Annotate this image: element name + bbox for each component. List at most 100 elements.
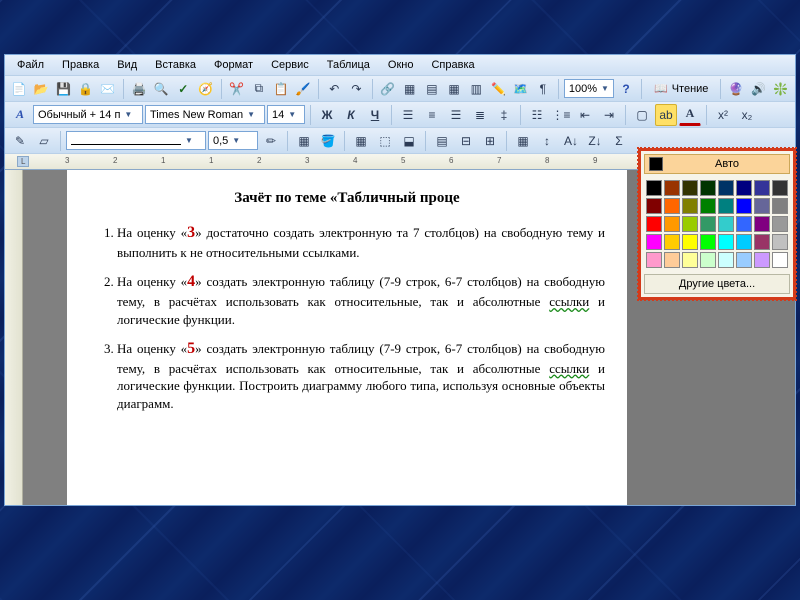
permission-button[interactable]: 🔒 xyxy=(76,78,96,100)
menu-window[interactable]: Окно xyxy=(380,57,422,73)
color-swatch[interactable] xyxy=(682,216,698,232)
columns-button[interactable]: ▥ xyxy=(466,78,486,100)
insert-table-button[interactable]: ▤ xyxy=(422,78,442,100)
menu-edit[interactable]: Правка xyxy=(54,57,107,73)
text-direction-button[interactable]: ↕ xyxy=(536,130,558,152)
print-button[interactable]: 🖨️ xyxy=(129,78,149,100)
insert-table-button2[interactable]: ▦ xyxy=(350,130,372,152)
shading-color-button[interactable]: 🪣 xyxy=(317,130,339,152)
print-preview-button[interactable]: 🔍 xyxy=(151,78,171,100)
undo-button[interactable]: ↶ xyxy=(324,78,344,100)
color-swatch[interactable] xyxy=(736,234,752,250)
help-button[interactable]: ? xyxy=(616,78,636,100)
font-color-button[interactable]: A xyxy=(679,104,701,126)
subscript-button[interactable]: x₂ xyxy=(736,104,758,126)
style-combo[interactable]: Обычный + 14 п ▼ xyxy=(33,105,143,124)
color-swatch[interactable] xyxy=(736,252,752,268)
bulleted-list-button[interactable]: ⋮≡ xyxy=(550,104,572,126)
color-swatch[interactable] xyxy=(646,252,662,268)
color-swatch[interactable] xyxy=(646,216,662,232)
show-marks-button[interactable]: ¶ xyxy=(533,78,553,100)
color-swatch[interactable] xyxy=(718,216,734,232)
research-pane-button[interactable]: 🔮 xyxy=(726,78,746,100)
color-swatch[interactable] xyxy=(772,234,788,250)
open-button[interactable]: 📂 xyxy=(31,78,51,100)
increase-indent-button[interactable]: ⇥ xyxy=(598,104,620,126)
drawing-toolbar-button[interactable]: ✏️ xyxy=(488,78,508,100)
auto-color-button[interactable]: Авто xyxy=(644,154,790,174)
border-color-button[interactable]: ✏ xyxy=(260,130,282,152)
zoom-combo[interactable]: 100% ▼ xyxy=(564,79,614,98)
color-swatch[interactable] xyxy=(718,234,734,250)
underline-button[interactable]: Ч xyxy=(364,104,386,126)
merge-cells-button[interactable]: ⬚ xyxy=(374,130,396,152)
styles-pane-button[interactable]: A xyxy=(9,104,31,126)
color-swatch[interactable] xyxy=(700,234,716,250)
menu-insert[interactable]: Вставка xyxy=(147,57,204,73)
menu-table[interactable]: Таблица xyxy=(319,57,378,73)
color-swatch[interactable] xyxy=(718,180,734,196)
color-swatch[interactable] xyxy=(646,198,662,214)
color-swatch[interactable] xyxy=(682,252,698,268)
line-spacing-button[interactable]: ‡ xyxy=(493,104,515,126)
reading-mode-button[interactable]: 📖 Чтение xyxy=(647,78,715,100)
color-swatch[interactable] xyxy=(754,234,770,250)
color-swatch[interactable] xyxy=(700,180,716,196)
align-right-button[interactable]: ☰ xyxy=(445,104,467,126)
sort-desc-button[interactable]: Z↓ xyxy=(584,130,606,152)
vertical-ruler[interactable] xyxy=(5,170,23,505)
copy-button[interactable]: ⧉ xyxy=(249,78,269,100)
color-swatch[interactable] xyxy=(754,252,770,268)
line-style-combo[interactable]: ▼ xyxy=(66,131,206,150)
color-swatch[interactable] xyxy=(646,234,662,250)
color-swatch[interactable] xyxy=(664,252,680,268)
autoformat-button[interactable]: ▦ xyxy=(512,130,534,152)
highlight-color-button[interactable]: ab xyxy=(655,104,677,126)
color-swatch[interactable] xyxy=(754,216,770,232)
color-swatch[interactable] xyxy=(682,180,698,196)
more-colors-button[interactable]: Другие цвета... xyxy=(644,274,790,294)
numbered-list-button[interactable]: ☷ xyxy=(526,104,548,126)
paste-button[interactable]: 📋 xyxy=(271,78,291,100)
color-swatch[interactable] xyxy=(718,198,734,214)
save-button[interactable]: 💾 xyxy=(53,78,73,100)
superscript-button[interactable]: x² xyxy=(712,104,734,126)
font-combo[interactable]: Times New Roman ▼ xyxy=(145,105,265,124)
color-swatch[interactable] xyxy=(664,180,680,196)
color-swatch[interactable] xyxy=(664,216,680,232)
color-swatch[interactable] xyxy=(736,198,752,214)
font-size-combo[interactable]: 14 ▼ xyxy=(267,105,305,124)
bold-button[interactable]: Ж xyxy=(316,104,338,126)
dictionary-button[interactable]: ❇️ xyxy=(771,78,791,100)
format-painter-button[interactable]: 🖌️ xyxy=(293,78,313,100)
align-left-button[interactable]: ☰ xyxy=(397,104,419,126)
color-swatch[interactable] xyxy=(772,216,788,232)
color-swatch[interactable] xyxy=(682,234,698,250)
doc-map-button[interactable]: 🗺️ xyxy=(511,78,531,100)
insert-excel-button[interactable]: ▦ xyxy=(444,78,464,100)
color-swatch[interactable] xyxy=(754,180,770,196)
menu-file[interactable]: Файл xyxy=(9,57,52,73)
document-page[interactable]: Зачёт по теме «Табличный проце На оценку… xyxy=(67,170,627,505)
hyperlink-button[interactable]: 🔗 xyxy=(377,78,397,100)
color-swatch[interactable] xyxy=(772,252,788,268)
color-swatch[interactable] xyxy=(664,234,680,250)
menu-view[interactable]: Вид xyxy=(109,57,145,73)
menu-service[interactable]: Сервис xyxy=(263,57,317,73)
menu-format[interactable]: Формат xyxy=(206,57,261,73)
redo-button[interactable]: ↷ xyxy=(346,78,366,100)
color-swatch[interactable] xyxy=(772,198,788,214)
spellcheck-button[interactable]: ✓ xyxy=(173,78,193,100)
split-cells-button[interactable]: ⬓ xyxy=(398,130,420,152)
color-swatch[interactable] xyxy=(664,198,680,214)
eraser-button[interactable]: ▱ xyxy=(33,130,55,152)
menu-help[interactable]: Справка xyxy=(423,57,482,73)
mail-button[interactable]: ✉️ xyxy=(98,78,118,100)
outside-border-button[interactable]: ▢ xyxy=(631,104,653,126)
decrease-indent-button[interactable]: ⇤ xyxy=(574,104,596,126)
border-button[interactable]: ▦ xyxy=(293,130,315,152)
color-swatch[interactable] xyxy=(736,180,752,196)
color-swatch[interactable] xyxy=(736,216,752,232)
align-justify-button[interactable]: ≣ xyxy=(469,104,491,126)
sort-asc-button[interactable]: A↓ xyxy=(560,130,582,152)
